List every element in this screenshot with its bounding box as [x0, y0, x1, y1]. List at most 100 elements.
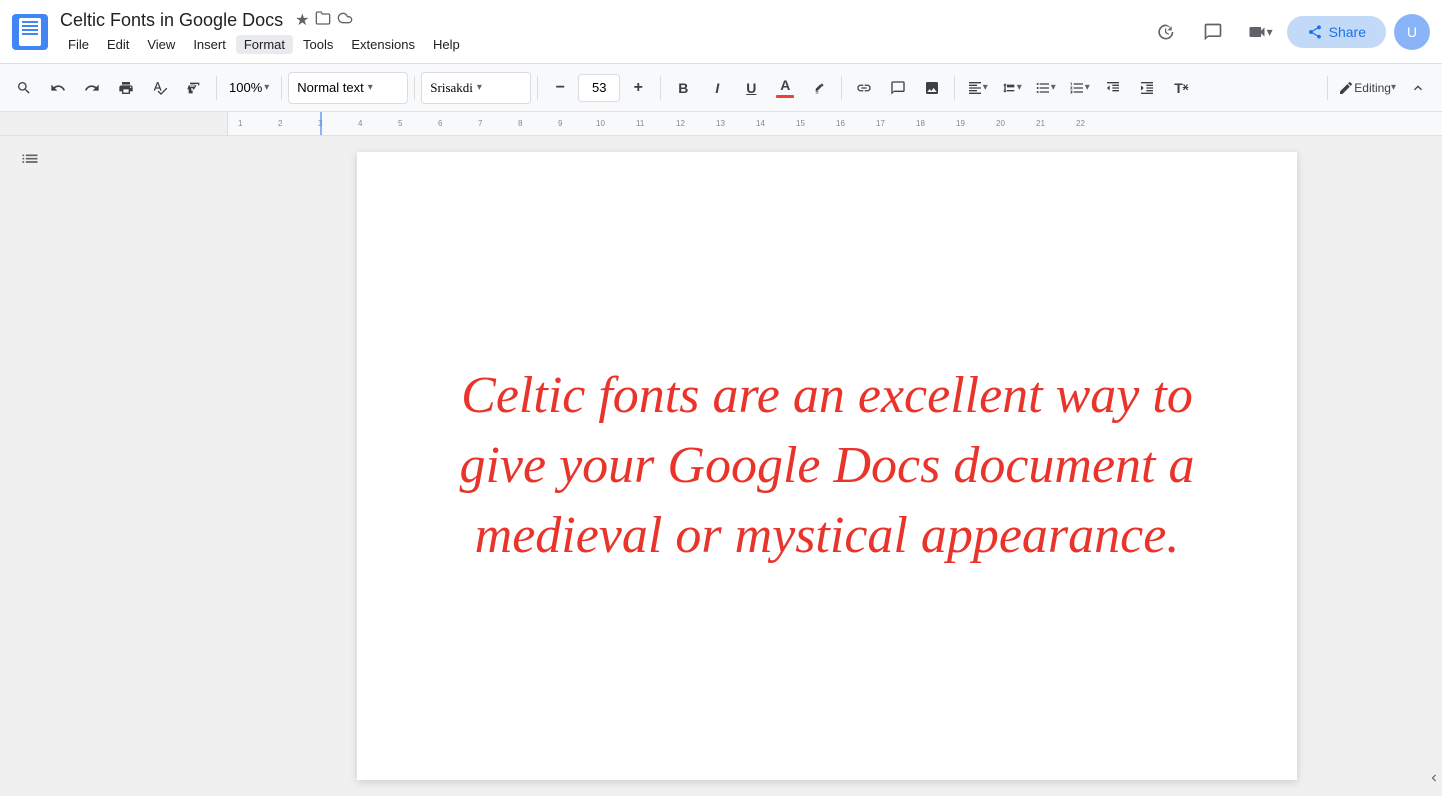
separator-right	[1327, 76, 1328, 100]
separator-7	[954, 76, 955, 100]
separator-6	[841, 76, 842, 100]
zoom-chevron: ▾	[264, 82, 269, 93]
line-spacing-button[interactable]: ▾	[995, 72, 1027, 104]
svg-text:22: 22	[1076, 119, 1085, 128]
menu-bar: File Edit View Insert Format Tools Exten…	[60, 35, 1145, 54]
collapse-panel-button[interactable]	[1427, 771, 1441, 788]
text-style-chevron: ▾	[368, 82, 373, 93]
outline-icon[interactable]	[20, 152, 40, 177]
svg-text:16: 16	[836, 119, 845, 128]
ruler-gray-area	[0, 112, 228, 135]
decrease-indent-button[interactable]	[1097, 72, 1129, 104]
menu-format[interactable]: Format	[236, 35, 293, 54]
separator-1	[216, 76, 217, 100]
svg-text:13: 13	[716, 119, 725, 128]
star-icon[interactable]: ★	[295, 10, 309, 30]
add-comment-button[interactable]	[882, 72, 914, 104]
insert-image-button[interactable]	[916, 72, 948, 104]
menu-insert[interactable]: Insert	[185, 35, 234, 54]
font-selector[interactable]: Srisakdi ▾	[421, 72, 531, 104]
highlight-button[interactable]	[803, 72, 835, 104]
font-size-input[interactable]: 53	[578, 74, 620, 102]
svg-text:11: 11	[636, 119, 645, 128]
menu-extensions[interactable]: Extensions	[343, 35, 423, 54]
spellcheck-button[interactable]	[144, 72, 176, 104]
document-area[interactable]: Celtic fonts are an excellent way to giv…	[228, 136, 1426, 796]
document-content[interactable]: Celtic fonts are an excellent way to giv…	[457, 361, 1197, 572]
svg-text:12: 12	[676, 119, 685, 128]
increase-indent-button[interactable]	[1131, 72, 1163, 104]
comments-button[interactable]	[1193, 12, 1233, 52]
bold-button[interactable]: B	[667, 72, 699, 104]
collapse-toolbar-button[interactable]	[1402, 72, 1434, 104]
font-color-indicator	[776, 95, 794, 98]
menu-tools[interactable]: Tools	[295, 35, 341, 54]
title-bar: Celtic Fonts in Google Docs ★ File Edit …	[0, 0, 1442, 64]
cloud-icon[interactable]	[337, 10, 353, 31]
svg-text:20: 20	[996, 119, 1005, 128]
font-size-controls: − 53 +	[544, 72, 654, 104]
font-size-increase[interactable]: +	[622, 72, 654, 104]
separator-3	[414, 76, 415, 100]
svg-text:19: 19	[956, 119, 965, 128]
title-icons: ★	[295, 10, 353, 31]
folder-icon[interactable]	[315, 10, 331, 31]
svg-text:4: 4	[358, 119, 363, 128]
svg-text:18: 18	[916, 119, 925, 128]
search-button[interactable]	[8, 72, 40, 104]
share-label: Share	[1329, 24, 1366, 40]
separator-4	[537, 76, 538, 100]
svg-text:7: 7	[478, 119, 483, 128]
toolbar-right-group: Editing ▾	[1323, 72, 1434, 104]
zoom-value: 100%	[229, 80, 262, 95]
undo-button[interactable]	[42, 72, 74, 104]
align-button[interactable]: ▾	[961, 72, 993, 104]
ruler-ticks: 1 2 3 4 5 6 7 8 9 10 11 12 13 14 15 16 1…	[228, 112, 1442, 135]
ruler-white-area: 1 2 3 4 5 6 7 8 9 10 11 12 13 14 15 16 1…	[228, 112, 1442, 135]
svg-text:9: 9	[558, 119, 563, 128]
font-size-decrease[interactable]: −	[544, 72, 576, 104]
separator-2	[281, 76, 282, 100]
menu-help[interactable]: Help	[425, 35, 468, 54]
underline-button[interactable]: U	[735, 72, 767, 104]
separator-5	[660, 76, 661, 100]
toolbar: 100% ▾ Normal text ▾ Srisakdi ▾ − 53 + B…	[0, 64, 1442, 112]
svg-text:2: 2	[278, 119, 283, 128]
title-info: Celtic Fonts in Google Docs ★ File Edit …	[60, 10, 1145, 54]
numbered-list-button[interactable]: ▾	[1063, 72, 1095, 104]
text-style-value: Normal text	[297, 80, 363, 95]
font-color-button[interactable]: A	[769, 72, 801, 104]
editing-chevron: ▾	[1391, 82, 1396, 93]
menu-view[interactable]: View	[139, 35, 183, 54]
sidebar-left	[0, 136, 228, 796]
sidebar-right	[1426, 136, 1442, 796]
document-title-row: Celtic Fonts in Google Docs ★	[60, 10, 1145, 31]
svg-text:1: 1	[238, 119, 243, 128]
menu-file[interactable]: File	[60, 35, 97, 54]
document-page: Celtic fonts are an excellent way to giv…	[357, 152, 1297, 780]
zoom-selector[interactable]: 100% ▾	[223, 72, 275, 104]
user-avatar[interactable]: U	[1394, 14, 1430, 50]
menu-edit[interactable]: Edit	[99, 35, 137, 54]
link-button[interactable]	[848, 72, 880, 104]
bullets-button[interactable]: ▾	[1029, 72, 1061, 104]
share-button[interactable]: Share	[1287, 16, 1386, 48]
clear-formatting-button[interactable]: Tx	[1165, 72, 1197, 104]
svg-text:15: 15	[796, 119, 805, 128]
print-button[interactable]	[110, 72, 142, 104]
svg-text:8: 8	[518, 119, 523, 128]
font-chevron: ▾	[477, 82, 482, 93]
document-title[interactable]: Celtic Fonts in Google Docs	[60, 10, 283, 31]
svg-text:21: 21	[1036, 119, 1045, 128]
svg-text:14: 14	[756, 119, 765, 128]
italic-button[interactable]: I	[701, 72, 733, 104]
redo-button[interactable]	[76, 72, 108, 104]
ruler: 1 2 3 4 5 6 7 8 9 10 11 12 13 14 15 16 1…	[0, 112, 1442, 136]
paint-format-button[interactable]	[178, 72, 210, 104]
editing-mode-button[interactable]: Editing ▾	[1334, 72, 1400, 104]
text-style-selector[interactable]: Normal text ▾	[288, 72, 408, 104]
font-value: Srisakdi	[430, 80, 473, 96]
meet-button[interactable]: ▾	[1241, 12, 1279, 52]
history-button[interactable]	[1145, 12, 1185, 52]
document-text: Celtic fonts are an excellent way to giv…	[459, 367, 1194, 564]
